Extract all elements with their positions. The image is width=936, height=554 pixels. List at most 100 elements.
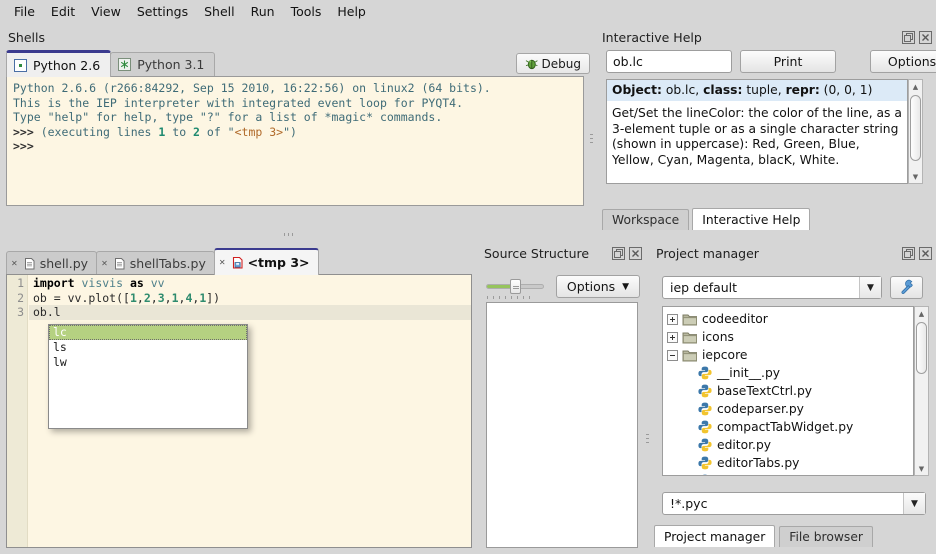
help-key-repr: repr:	[786, 83, 820, 97]
tree-row-label: baseTextCtrl.py	[717, 384, 812, 398]
line-number-gutter: 1 2 3	[7, 275, 28, 547]
python-file-icon	[697, 401, 713, 417]
close-tab-icon[interactable]: ✕	[219, 259, 226, 267]
expand-icon[interactable]	[667, 314, 678, 325]
menu-item-file[interactable]: File	[6, 2, 43, 22]
scroll-up-icon[interactable]: ▲	[909, 80, 922, 93]
editor-tab-bar: ✕ shell.py ✕ shellTabs.py	[6, 248, 318, 275]
debug-button[interactable]: Debug	[516, 53, 590, 74]
shell-prompt-1: >>>	[13, 125, 34, 139]
tab-file-browser[interactable]: File browser	[779, 526, 873, 547]
shell-tab-python26[interactable]: Python 2.6	[6, 50, 111, 77]
autocomplete-item-ls[interactable]: ls	[49, 340, 247, 355]
menu-item-settings[interactable]: Settings	[129, 2, 196, 22]
autocomplete-item-lc[interactable]: lc	[49, 325, 247, 340]
source-structure-options-button[interactable]: Options ▼	[556, 275, 640, 298]
code-line-3: ob.l	[33, 305, 61, 320]
print-button[interactable]: Print	[740, 50, 836, 73]
scroll-thumb[interactable]	[916, 322, 927, 374]
help-query-input[interactable]: ob.lc	[606, 50, 732, 73]
collapse-icon[interactable]	[667, 350, 678, 361]
token-comma: ,	[137, 291, 144, 305]
menu-bar: File Edit View Settings Shell Run Tools …	[0, 0, 936, 24]
tree-row-label: editor.py	[717, 438, 771, 452]
tree-row-iepcore[interactable]: iepcore	[667, 346, 913, 364]
line-number: 2	[6, 291, 24, 306]
help-options-button[interactable]: Options ▼	[870, 50, 936, 73]
tree-row-codeparser-py[interactable]: codeparser.py	[667, 400, 913, 418]
source-structure-level-slider[interactable]	[486, 278, 544, 294]
tree-row-editor-py[interactable]: editor.py	[667, 436, 913, 454]
project-config-button[interactable]	[890, 276, 923, 299]
scroll-down-icon[interactable]: ▼	[915, 462, 928, 475]
close-icon[interactable]	[919, 31, 932, 44]
project-tree-scrollbar[interactable]: ▲ ▼	[914, 306, 929, 476]
tree-row-codeeditor[interactable]: codeeditor	[667, 310, 913, 328]
close-tab-icon[interactable]: ✕	[101, 260, 108, 268]
file-filter-value: !*.pyc	[670, 496, 707, 511]
project-select[interactable]: iep default ▼	[662, 276, 882, 299]
python-file-icon	[697, 383, 713, 399]
tree-row-icons[interactable]: icons	[667, 328, 913, 346]
menu-item-edit[interactable]: Edit	[43, 2, 83, 22]
tree-row-icons-py[interactable]: icons.py	[667, 472, 913, 476]
close-tab-icon[interactable]: ✕	[11, 260, 18, 268]
editor-tab-shell-py[interactable]: ✕ shell.py	[6, 251, 97, 275]
shell-tab-python31[interactable]: Python 3.1	[110, 52, 215, 76]
help-scrollbar[interactable]: ▲ ▼	[908, 79, 923, 184]
shell-exec-filename: <tmp 3>	[235, 125, 283, 139]
chevron-down-icon[interactable]: ▼	[859, 277, 881, 298]
tab-project-manager[interactable]: Project manager	[654, 525, 775, 547]
token-num: 1	[172, 291, 179, 305]
menu-item-run[interactable]: Run	[243, 2, 283, 22]
source-structure-tree[interactable]	[486, 302, 638, 548]
token-close: ])	[206, 291, 220, 305]
vertical-splitter-top[interactable]	[586, 110, 596, 170]
chevron-down-icon[interactable]: ▼	[903, 493, 925, 514]
help-object-header: Object: ob.lc, class: tuple, repr: (0, 0…	[607, 80, 907, 101]
float-icon[interactable]	[902, 31, 915, 44]
vertical-splitter-bottom[interactable]	[642, 420, 652, 460]
slider-handle[interactable]	[510, 279, 521, 294]
shells-dock-title: Shells	[8, 29, 45, 47]
shell-output-line-1: Python 2.6.6 (r266:84292, Sep 15 2010, 1…	[13, 81, 491, 95]
shell-exec-text-c: of "	[200, 125, 235, 139]
tree-row-compacttabwidget-py[interactable]: compactTabWidget.py	[667, 418, 913, 436]
help-val-repr: (0, 0, 1)	[820, 83, 873, 97]
token-import: import	[33, 276, 75, 290]
debug-button-label: Debug	[542, 57, 581, 71]
unsaved-file-icon	[231, 256, 244, 269]
tree-row-editortabs-py[interactable]: editorTabs.py	[667, 454, 913, 472]
tree-row-basetextctrl-py[interactable]: baseTextCtrl.py	[667, 382, 913, 400]
tab-interactive-help[interactable]: Interactive Help	[692, 208, 810, 230]
editor-tab-shelltabs-py[interactable]: ✕ shellTabs.py	[96, 251, 215, 275]
scroll-thumb[interactable]	[910, 95, 921, 161]
help-content[interactable]: Object: ob.lc, class: tuple, repr: (0, 0…	[606, 79, 908, 184]
expand-icon[interactable]	[667, 332, 678, 343]
interactive-help-dock-title: Interactive Help	[602, 29, 702, 47]
shell-tab-label: Python 3.1	[137, 57, 204, 72]
slider-ticks	[487, 296, 535, 299]
menu-item-shell[interactable]: Shell	[196, 2, 243, 22]
code-line-1: import visvis as vv	[33, 276, 165, 291]
shell-output[interactable]: Python 2.6.6 (r266:84292, Sep 15 2010, 1…	[6, 76, 584, 206]
menu-item-help[interactable]: Help	[329, 2, 374, 22]
editor-tab-tmp3[interactable]: ✕ <tmp 3>	[214, 248, 319, 275]
scroll-down-icon[interactable]: ▼	[909, 170, 922, 183]
horizontal-splitter[interactable]	[230, 229, 350, 239]
autocomplete-popup[interactable]: lc ls lw	[48, 324, 248, 429]
line-number: 1	[6, 276, 24, 291]
file-icon	[23, 257, 36, 270]
autocomplete-item-lw[interactable]: lw	[49, 355, 247, 370]
interactive-help-panel: ob.lc Print Options ▼ Object: ob.lc, cla…	[602, 50, 932, 235]
project-file-tree[interactable]: codeeditor icons	[662, 306, 914, 476]
iep-main-window: File Edit View Settings Shell Run Tools …	[0, 0, 936, 554]
menu-item-tools[interactable]: Tools	[283, 2, 330, 22]
code-line-2: ob = vv.plot([1,2,3,1,4,1])	[33, 291, 220, 306]
menu-item-view[interactable]: View	[83, 2, 129, 22]
help-options-label: Options	[888, 54, 936, 69]
file-filter-input[interactable]: !*.pyc ▼	[662, 492, 926, 515]
tree-row-init-py[interactable]: __init__.py	[667, 364, 913, 382]
tab-workspace[interactable]: Workspace	[602, 209, 689, 230]
scroll-up-icon[interactable]: ▲	[915, 307, 928, 320]
